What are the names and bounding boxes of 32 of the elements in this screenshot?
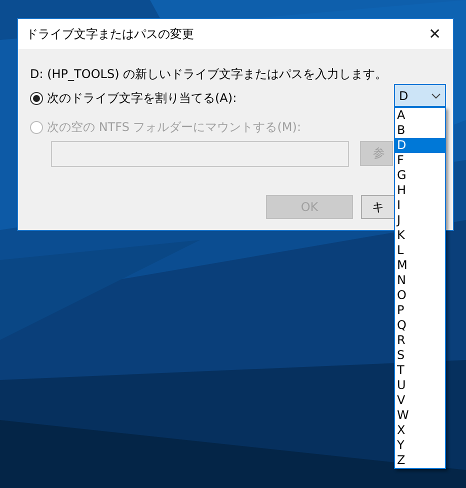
close-button[interactable]: ✕ [417,19,453,49]
list-item[interactable]: T [395,363,445,378]
radio-button[interactable] [30,92,43,105]
list-item[interactable]: F [395,153,445,168]
list-item[interactable]: K [395,228,445,243]
list-item[interactable]: V [395,393,445,408]
list-item[interactable]: O [395,288,445,303]
list-item[interactable]: W [395,408,445,423]
list-item[interactable]: I [395,198,445,213]
cancel-button[interactable]: キ [361,195,394,219]
description-text: D: (HP_TOOLS) の新しいドライブ文字またはパスを入力します。 [30,66,388,83]
list-item[interactable]: D [395,138,445,153]
caret-icon [431,92,441,98]
option-label[interactable]: 次のドライブ文字を割り当てる(A): [47,90,237,107]
list-item[interactable]: B [395,123,445,138]
list-item[interactable]: Q [395,318,445,333]
window-title: ドライブ文字またはパスの変更 [26,26,194,42]
list-item[interactable]: M [395,258,445,273]
list-item[interactable]: A [395,108,445,123]
list-item[interactable]: Y [395,438,445,453]
list-item[interactable]: H [395,183,445,198]
list-item[interactable]: Z [395,453,445,468]
list-item[interactable]: G [395,168,445,183]
drive-dropdown[interactable]: D [394,84,446,107]
list-item[interactable]: N [395,273,445,288]
list-item[interactable]: X [395,423,445,438]
list-item[interactable]: L [395,243,445,258]
list-item[interactable]: S [395,348,445,363]
list-item[interactable]: U [395,378,445,393]
list-item[interactable]: P [395,303,445,318]
list-item[interactable]: R [395,333,445,348]
list-item[interactable]: J [395,213,445,228]
